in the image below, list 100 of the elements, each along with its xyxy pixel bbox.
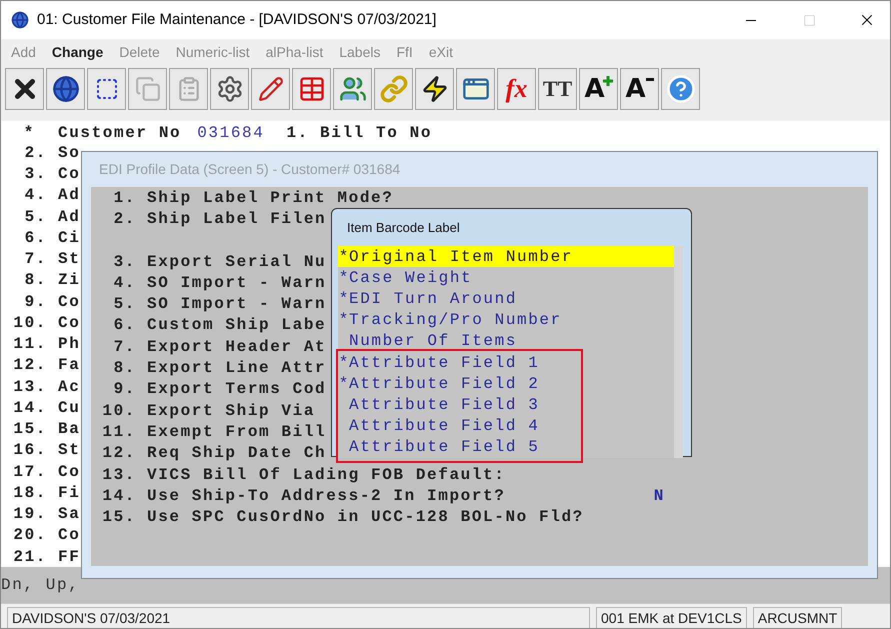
line-number: 19. [12, 504, 47, 526]
users-icon [338, 75, 366, 103]
field-label: Sa [58, 504, 80, 526]
pencil-icon [258, 76, 284, 102]
selection-mark: * [338, 246, 348, 268]
record-marker: * [22, 122, 35, 144]
item-label: Attribute Field 2 [349, 374, 540, 395]
line-number: 16. [12, 440, 47, 462]
toolbar-button[interactable]: A [620, 68, 659, 110]
status-pane: 001 EMK at DEV1CLS [596, 607, 747, 628]
line-number: 21. [12, 546, 47, 568]
toolbar-button[interactable] [5, 68, 44, 110]
option-number: 7. [112, 336, 136, 358]
option-label: Exempt From Bill [147, 422, 326, 443]
field-label: Cu [58, 398, 80, 419]
selection-mark: * [338, 268, 348, 289]
item-label: Attribute Field 5 [349, 437, 540, 458]
option-label: Use SPC CusOrdNo in UCC-128 BOL-No Fld? [147, 507, 584, 528]
field-label: Co [58, 164, 80, 186]
option-number: 15. [101, 507, 136, 528]
line-number: 8. [24, 270, 47, 292]
field-label: St [58, 249, 80, 270]
toolbar-button[interactable]: TT [538, 68, 577, 110]
dialog-title: Item Barcode Label [346, 218, 461, 237]
option-label: Use Ship-To Address-2 In Import? [147, 486, 506, 507]
option-label: Req Ship Date Ch [147, 443, 326, 464]
option-number: 14. [101, 486, 136, 507]
option-number: 8. [112, 358, 136, 380]
copy-icon [134, 76, 160, 102]
option-label: SO Import - Warn [147, 272, 326, 294]
table-icon [298, 75, 326, 103]
field-label: So [58, 142, 80, 164]
option-label: Export Terms Cod [147, 379, 326, 400]
globe-icon [52, 75, 80, 103]
option-label: Ship Label Filen [147, 208, 326, 230]
option-label: Export Line Attr [147, 358, 326, 380]
field-label: 1. Bill To No [286, 122, 432, 144]
field-label: Ph [58, 334, 80, 356]
field-label: Ci [58, 228, 80, 249]
line-number: 6. [24, 228, 47, 249]
option-label: Export Header At [147, 336, 326, 358]
field-label: Co [58, 462, 80, 483]
option-number: 3. [112, 252, 136, 273]
menu-item[interactable]: Change [52, 42, 104, 62]
field-label: Ad [58, 185, 80, 206]
field-label: Customer No [58, 122, 182, 144]
item-label: Attribute Field 3 [349, 394, 540, 416]
line-number: 12. [12, 355, 47, 376]
status-pane: DAVIDSON'S 07/03/2021 [7, 607, 590, 628]
field-label: Ba [58, 419, 80, 440]
option-label: Ship Label Print Mode? [147, 188, 394, 209]
selection-mark: * [338, 374, 348, 395]
field-label: St [58, 440, 80, 462]
field-label: Ac [58, 376, 80, 398]
field-label: Co [58, 525, 80, 546]
list-item[interactable]: *Original Item Number [338, 246, 674, 268]
option-label: SO Import - Warn [147, 294, 326, 316]
option-number: 9. [112, 379, 136, 400]
option-number: 1. [112, 188, 136, 209]
app-globe-icon [11, 11, 29, 29]
line-number: 7. [24, 249, 47, 270]
field-label: Fi [58, 482, 80, 504]
line-number: 18. [12, 482, 47, 504]
item-label: Number Of Items [349, 331, 518, 352]
line-number: 14. [12, 398, 47, 419]
prompt-text: Dn, Up, [1, 575, 80, 596]
selection-mark: * [338, 352, 348, 374]
selection-mark: * [338, 310, 348, 332]
toolbar-button[interactable] [87, 68, 126, 110]
option-label: VICS Bill Of Lading FOB Default: [147, 464, 506, 486]
lightning-icon [420, 75, 448, 103]
line-number: 20. [12, 525, 47, 546]
list-item[interactable]: *Case Weight [338, 267, 674, 288]
item-label: Case Weight [349, 268, 472, 289]
toolbar-button[interactable]: A [579, 68, 618, 110]
scrollbar[interactable] [674, 246, 683, 458]
function-icon: fx [506, 76, 528, 102]
option-number: 11. [101, 422, 136, 443]
field-label: FF [58, 546, 80, 568]
list-item[interactable]: *Tracking/Pro Number [338, 310, 674, 331]
line-number: 4. [24, 185, 47, 206]
item-label: Attribute Field 1 [349, 352, 540, 374]
list-item[interactable]: *EDI Turn Around [338, 288, 674, 310]
item-label: Attribute Field 4 [349, 416, 540, 438]
line-number: 2. [24, 142, 47, 164]
toolbar-button[interactable] [46, 68, 85, 110]
customer-number: 031684 [197, 122, 264, 144]
option-number: 13. [101, 464, 136, 486]
selection-mark: * [338, 288, 348, 310]
list-item[interactable]: Number Of Items [338, 330, 674, 352]
field-label: Ad [58, 206, 80, 228]
font-icon: TT [542, 78, 572, 100]
selection-icon [94, 77, 118, 101]
toolbar-button[interactable] [210, 68, 249, 110]
option-number: 10. [101, 400, 136, 422]
toolbar-button[interactable] [415, 68, 454, 110]
line-number: 10. [12, 312, 47, 334]
option-number: 5. [112, 294, 136, 316]
toolbar-button[interactable]: fx [497, 68, 536, 110]
line-number: 3. [24, 164, 47, 186]
